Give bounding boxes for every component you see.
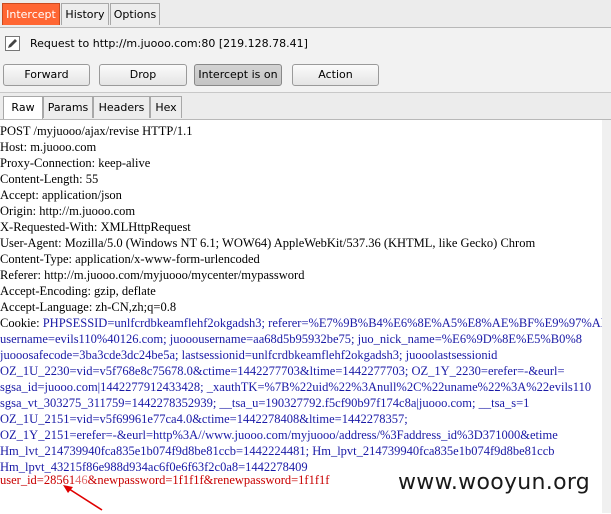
tab-raw[interactable]: Raw [3, 96, 43, 119]
cookie-line: username=evils110%40126.com; juooouserna… [0, 332, 583, 346]
cookie-line: OZ_1U_2230=vid=v5f768e8c75678.0&ctime=14… [0, 364, 565, 378]
request-line: POST /myjuooo/ajax/revise HTTP/1.1 [0, 124, 193, 138]
header-line: Host: m.juooo.com [0, 140, 97, 154]
request-target: Request to http://m.juooo.com:80 [219.12… [30, 37, 308, 50]
tab-options[interactable]: Options [110, 3, 160, 25]
cookie-line: Cookie: PHPSESSID=unlfcrdbkeamflehf2okga… [0, 315, 611, 331]
pencil-icon[interactable] [5, 36, 20, 51]
header-line: Accept-Encoding: gzip, deflate [0, 284, 156, 298]
cookie-line: OZ_1U_2151=vid=v5f69961e77ca4.0&ctime=14… [0, 412, 408, 426]
forward-button[interactable]: Forward [3, 64, 90, 86]
top-tab-bar: Intercept History Options [0, 0, 611, 28]
red-arrow-icon [63, 485, 103, 511]
action-button[interactable]: Action [292, 64, 379, 86]
view-tab-bar: Raw Params Headers Hex [0, 93, 611, 120]
header-line: User-Agent: Mozilla/5.0 (Windows NT 6.1;… [0, 236, 536, 250]
cookie-line: OZ_1Y_2151=erefer=-&eurl=http%3A//www.ju… [0, 428, 558, 442]
action-toolbar: Forward Drop Intercept is on Action [0, 60, 611, 93]
body-prefix: user_id= [0, 473, 44, 487]
body-params: &newpassword=1f1f1f&renewpassword=1f1f1f [87, 473, 330, 487]
cookie-line: sgsa_id=juooo.com|1442277912433428; _xau… [0, 380, 592, 394]
drop-button[interactable]: Drop [99, 64, 187, 86]
cookie-value: PHPSESSID=unlfcrdbkeamflehf2okgadsh3; re… [42, 316, 611, 330]
header-line: Accept-Language: zh-CN,zh;q=0.8 [0, 300, 177, 314]
header-line: Accept: application/json [0, 188, 122, 202]
cookie-line: sgsa_vt_303275_311759=1442278352939; __t… [0, 396, 530, 410]
header-line: Referer: http://m.juooo.com/myjuooo/myce… [0, 268, 305, 282]
request-body: user_id=2856146&newpassword=1f1f1f&renew… [0, 472, 329, 488]
header-line: Proxy-Connection: keep-alive [0, 156, 151, 170]
header-line: X-Requested-With: XMLHttpRequest [0, 220, 191, 234]
cookie-line: juooosafecode=3ba3cde3dc24be5a; lastsess… [0, 348, 498, 362]
vertical-scrollbar[interactable] [602, 120, 611, 513]
header-line: Origin: http://m.juooo.com [0, 204, 136, 218]
tab-hex[interactable]: Hex [150, 96, 182, 118]
intercept-toggle-button[interactable]: Intercept is on [194, 64, 282, 86]
watermark: www.wooyun.org [398, 470, 591, 495]
cookie-line: Hm_lvt_214739940fca835e1b074f9d8be81ccb=… [0, 444, 555, 458]
tab-params[interactable]: Params [43, 96, 93, 118]
header-line: Content-Type: application/x-www-form-url… [0, 252, 260, 266]
cookie-label: Cookie: [0, 316, 43, 330]
raw-request-editor[interactable]: POST /myjuooo/ajax/revise HTTP/1.1 Host:… [0, 120, 611, 513]
tab-history[interactable]: History [61, 3, 109, 25]
tab-intercept[interactable]: Intercept [2, 3, 60, 25]
tab-headers[interactable]: Headers [93, 96, 150, 118]
request-info-bar: Request to http://m.juooo.com:80 [219.12… [0, 28, 611, 60]
header-line: Content-Length: 55 [0, 172, 99, 186]
